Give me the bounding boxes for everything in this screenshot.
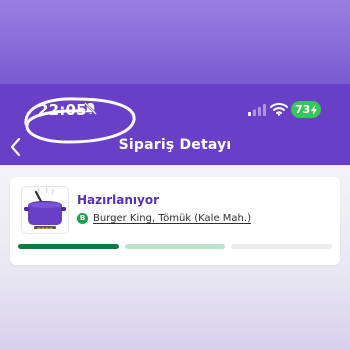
battery-bolt-icon <box>311 104 318 115</box>
battery-indicator: 73 <box>291 101 322 118</box>
order-status-image <box>21 186 69 234</box>
background-top <box>0 0 350 84</box>
order-status-label: Hazırlanıyor <box>77 193 160 207</box>
battery-level: 73 <box>295 103 311 116</box>
restaurant-logo-icon: B <box>77 213 88 224</box>
progress-step-2 <box>124 244 226 249</box>
bell-muted-icon <box>84 102 97 115</box>
page-title: Sipariş Detayı <box>118 137 232 153</box>
order-progress-bar <box>18 244 333 249</box>
restaurant-link[interactable]: B Burger King, Tömük (Kale Mah.) <box>77 213 251 224</box>
cooking-pot-icon <box>24 187 66 229</box>
restaurant-name[interactable]: Burger King, Tömük (Kale Mah.) <box>93 213 251 224</box>
cellular-signal-icon <box>248 104 266 116</box>
wifi-icon <box>270 103 288 116</box>
progress-step-1 <box>18 244 119 249</box>
progress-step-3 <box>231 244 333 249</box>
status-time: 22:05 <box>38 101 87 119</box>
